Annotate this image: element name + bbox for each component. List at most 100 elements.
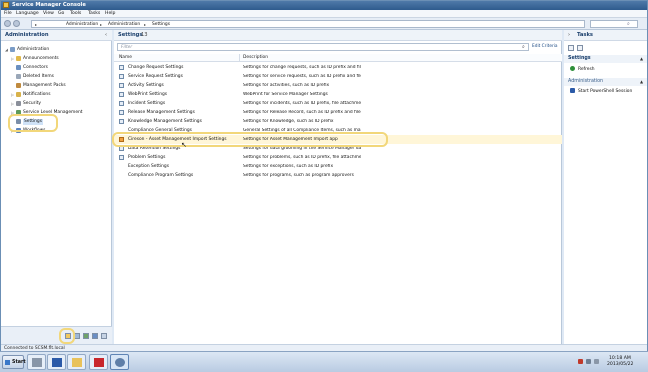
- system-tray: 10:18 AM 2013/05/22: [575, 355, 645, 370]
- pdf-reader-taskbar-button[interactable]: [89, 354, 108, 370]
- section-title: Administration: [568, 79, 604, 84]
- chevron-right-icon: ▸: [144, 22, 147, 27]
- breadcrumb-item[interactable]: Administration: [66, 22, 98, 27]
- row-description: Settings for incidents, such as ID prefi…: [243, 101, 361, 106]
- row-description: Settings for exceptions, such as ID pref…: [243, 164, 334, 169]
- server-manager-taskbar-button[interactable]: [27, 354, 46, 370]
- tree-item-notifications[interactable]: ▷ Notifications: [11, 91, 106, 99]
- wunderbar-highlight: [59, 328, 75, 344]
- app-icon: [3, 2, 9, 8]
- powershell-taskbar-button[interactable]: [47, 354, 66, 370]
- column-header-description[interactable]: Description: [243, 55, 268, 61]
- tree-item-announcements[interactable]: ▷ Announcements: [11, 55, 106, 63]
- deleted-items-icon: [16, 74, 21, 79]
- back-icon[interactable]: [4, 20, 11, 27]
- breadcrumb-item[interactable]: Administration: [108, 22, 140, 27]
- edit-criteria-button[interactable]: Edit Criteria: [532, 44, 558, 50]
- filter-input[interactable]: Filter ⌕: [117, 43, 529, 51]
- reporting-wunderbar-icon[interactable]: [101, 333, 107, 339]
- start-powershell-task[interactable]: Start PowerShell Session: [570, 88, 632, 95]
- start-button[interactable]: Start: [2, 355, 26, 369]
- task-label: Refresh: [578, 67, 595, 72]
- column-header-name[interactable]: Name: [119, 55, 132, 61]
- breadcrumb: ▸ Administration ▸ Administration ▸ Sett…: [31, 20, 585, 28]
- tree-item-management-packs[interactable]: Management Packs: [11, 82, 106, 90]
- tree-item-security[interactable]: ▷ Security: [11, 100, 106, 108]
- row-name: Knowledge Management Settings: [128, 119, 202, 124]
- view-title: Settings: [118, 32, 143, 38]
- menu-language[interactable]: Language: [16, 11, 39, 17]
- server-icon: [32, 358, 42, 367]
- table-row[interactable]: Activity Settings Settings for activitie…: [114, 81, 562, 90]
- tree-item-label: Notifications: [23, 92, 51, 97]
- row-description: Settings for programs, such as program a…: [243, 173, 354, 178]
- item-count: 13: [141, 32, 148, 38]
- expander-icon[interactable]: ▷: [11, 92, 14, 97]
- service-manager-taskbar-button[interactable]: [110, 354, 129, 370]
- row-name: Activity Settings: [128, 83, 164, 88]
- row-description: Settings for change requests, such as ID…: [243, 65, 361, 70]
- table-row[interactable]: Knowledge Management Settings Settings f…: [114, 117, 562, 126]
- tasks-toolbar-icon[interactable]: [568, 45, 574, 51]
- row-name: Service Request Settings: [128, 74, 183, 79]
- table-row[interactable]: Problem Settings Settings for problems, …: [114, 153, 562, 162]
- tasks-toolbar-icon[interactable]: [577, 45, 583, 51]
- tree-item-deleted-items[interactable]: Deleted Items: [11, 73, 106, 81]
- settings-highlight: [8, 114, 58, 132]
- menu-view[interactable]: View: [43, 11, 54, 17]
- global-search-input[interactable]: [590, 20, 638, 28]
- menu-help[interactable]: Help: [105, 11, 115, 17]
- table-row[interactable]: Exception Settings Settings for exceptio…: [114, 162, 562, 171]
- refresh-task[interactable]: Refresh: [570, 66, 595, 73]
- menu-go[interactable]: Go: [58, 11, 64, 17]
- search-icon[interactable]: ⌕: [522, 44, 525, 50]
- expander-icon[interactable]: ▷: [11, 101, 14, 106]
- tree-item-label: Management Packs: [23, 83, 66, 88]
- collapse-icon[interactable]: ‹: [105, 32, 107, 38]
- chevron-right-icon: ▸: [100, 22, 103, 27]
- tree-item-connectors[interactable]: Connectors: [11, 64, 106, 72]
- row-name: Exception Settings: [128, 164, 170, 169]
- menu-tools[interactable]: Tools: [70, 11, 81, 17]
- tree-item-administration[interactable]: ◢ Administration: [5, 46, 105, 54]
- pdf-icon: [94, 358, 104, 367]
- breadcrumb-home-icon[interactable]: ▸: [35, 22, 37, 27]
- table-row[interactable]: Compliance Program Settings Settings for…: [114, 171, 562, 180]
- table-row[interactable]: WebPrint Settings WebPrint for Service M…: [114, 90, 562, 99]
- search-icon[interactable]: ⌕: [627, 21, 630, 27]
- start-label: Start: [12, 360, 26, 365]
- connectors-icon: [16, 65, 21, 70]
- task-label: Start PowerShell Session: [578, 89, 633, 94]
- tray-volume-icon[interactable]: [594, 359, 599, 364]
- tree-item-label: Deleted Items: [23, 74, 54, 79]
- configuration-items-wunderbar-icon[interactable]: [92, 333, 98, 339]
- collapse-icon[interactable]: ›: [568, 32, 570, 38]
- table-row[interactable]: Service Request Settings Settings for se…: [114, 72, 562, 81]
- table-row[interactable]: Incident Settings Settings for incidents…: [114, 99, 562, 108]
- settings-task-section[interactable]: Settings ▲: [564, 55, 647, 63]
- view-header: Settings 13: [114, 30, 562, 41]
- row-description: Settings for service requests, such as I…: [243, 74, 361, 79]
- forward-icon[interactable]: [13, 20, 20, 27]
- table-row[interactable]: Release Management Settings Settings for…: [114, 108, 562, 117]
- expander-icon[interactable]: ◢: [5, 47, 8, 52]
- chevron-up-icon[interactable]: ▲: [640, 56, 643, 61]
- tray-network-icon[interactable]: [586, 359, 591, 364]
- tasks-header: › Tasks: [564, 30, 647, 41]
- menu-file[interactable]: File: [4, 11, 12, 17]
- filter-placeholder: Filter: [121, 45, 133, 50]
- column-divider[interactable]: [239, 54, 240, 62]
- table-row[interactable]: Change Request Settings Settings for cha…: [114, 63, 562, 72]
- breadcrumb-item[interactable]: Settings: [152, 22, 170, 27]
- administration-task-section[interactable]: Administration ▲: [564, 78, 647, 86]
- menu-tasks[interactable]: Tasks: [88, 11, 100, 17]
- clock-date[interactable]: 2013/05/22: [607, 362, 633, 368]
- chevron-up-icon[interactable]: ▲: [640, 79, 643, 84]
- settings-row-icon: [119, 101, 124, 106]
- tray-alert-icon[interactable]: [578, 359, 583, 364]
- announcements-icon: [16, 56, 21, 61]
- explorer-taskbar-button[interactable]: [67, 354, 86, 370]
- expander-icon[interactable]: ▷: [11, 56, 14, 61]
- powershell-icon: [52, 358, 62, 367]
- work-items-wunderbar-icon[interactable]: [83, 333, 89, 339]
